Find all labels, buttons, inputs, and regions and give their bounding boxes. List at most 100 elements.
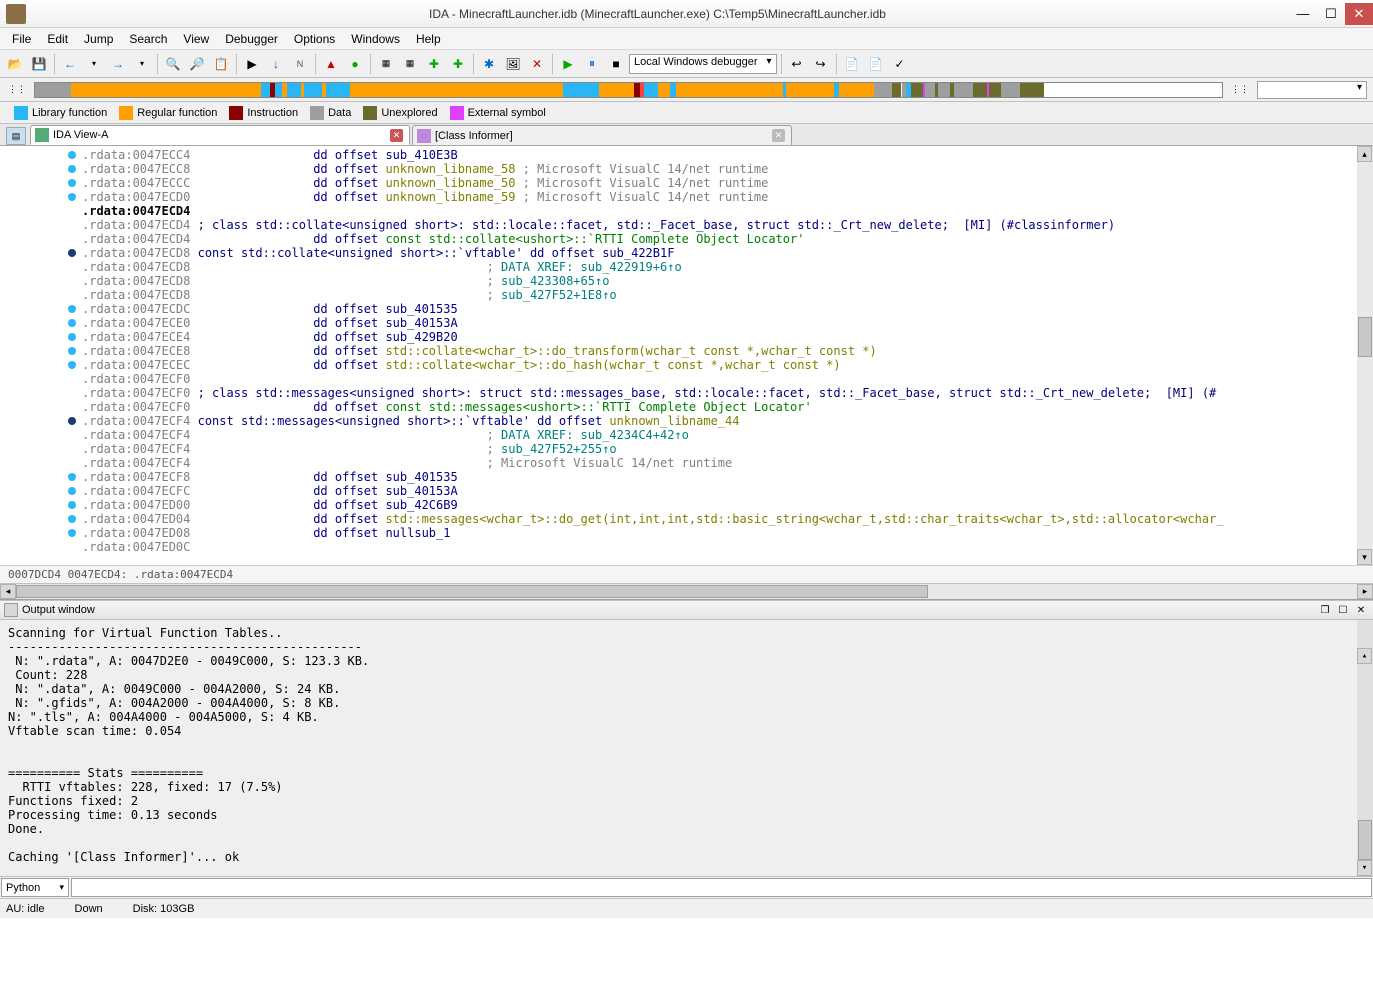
play-icon[interactable]: ▶ (557, 53, 579, 75)
code-line[interactable]: .rdata:0047ECD4 dd offset const std::col… (0, 232, 1373, 246)
menu-search[interactable]: Search (121, 30, 175, 48)
run-icon[interactable]: ▶ (241, 53, 263, 75)
open-icon[interactable]: 📂 (4, 53, 26, 75)
find-icon[interactable]: 🔍 (162, 53, 184, 75)
tab-close-icon[interactable]: ✕ (390, 129, 403, 142)
language-select[interactable]: Python (1, 878, 69, 897)
code-line[interactable]: .rdata:0047ECDC dd offset sub_401535 (0, 302, 1373, 316)
down-icon[interactable]: ↓ (265, 53, 287, 75)
add-icon[interactable]: ✚ (423, 53, 445, 75)
forward-dd-icon[interactable]: ▾ (131, 53, 153, 75)
code-line[interactable]: .rdata:0047ECC8 dd offset unknown_libnam… (0, 162, 1373, 176)
maximize-button[interactable]: ☐ (1317, 3, 1345, 25)
tab-idaviewa[interactable]: IDA View-A✕ (30, 125, 410, 145)
code-line[interactable]: .rdata:0047ECF4 ; DATA XREF: sub_4234C4+… (0, 428, 1373, 442)
menu-view[interactable]: View (175, 30, 217, 48)
code-line[interactable]: .rdata:0047ECF8 dd offset sub_401535 (0, 470, 1373, 484)
nav-handle-icon[interactable]: ⋮⋮ (6, 79, 28, 101)
code-line[interactable]: .rdata:0047ECE4 dd offset sub_429B20 (0, 330, 1373, 344)
bp3-icon[interactable]: ✓ (889, 53, 911, 75)
find-next-icon[interactable]: 🔎 (186, 53, 208, 75)
code-line[interactable]: .rdata:0047ED00 dd offset sub_42C6B9 (0, 498, 1373, 512)
find-text-icon[interactable]: 📋 (210, 53, 232, 75)
code-line[interactable]: .rdata:0047ECCC dd offset unknown_libnam… (0, 176, 1373, 190)
forward-icon[interactable]: → (107, 53, 129, 75)
bp-icon[interactable]: 📄 (841, 53, 863, 75)
legend-chip (450, 106, 464, 120)
pause-icon[interactable]: ⏸ (581, 53, 603, 75)
minimize-button[interactable]: — (1289, 3, 1317, 25)
code-line[interactable]: .rdata:0047ECD8 ; sub_423308+65↑o (0, 274, 1373, 288)
navigation-bar[interactable] (34, 82, 1223, 98)
legend-label: Instruction (247, 107, 298, 119)
output-close-icon[interactable]: ✕ (1353, 603, 1369, 617)
code-line[interactable]: .rdata:0047ECC4 dd offset sub_410E3B (0, 148, 1373, 162)
code-line[interactable]: .rdata:0047ECF4 ; Microsoft VisualC 14/n… (0, 456, 1373, 470)
menu-edit[interactable]: Edit (39, 30, 76, 48)
legend-label: Library function (32, 107, 107, 119)
debugger-select[interactable]: Local Windows debugger (629, 54, 777, 74)
tab-classinformer[interactable]: [Class Informer]✕ (412, 125, 792, 145)
code-line[interactable]: .rdata:0047ECD8 const std::collate<unsig… (0, 246, 1373, 260)
output-max-icon[interactable]: ☐ (1335, 603, 1351, 617)
code-line[interactable]: .rdata:0047ED08 dd offset nullsub_1 (0, 526, 1373, 540)
struct-icon[interactable]: ▦ (375, 53, 397, 75)
code-line[interactable]: .rdata:0047ECD8 ; DATA XREF: sub_422919+… (0, 260, 1373, 274)
disassembly-view[interactable]: .rdata:0047ECC4 dd offset sub_410E3B.rda… (0, 146, 1373, 565)
close-button[interactable]: ✕ (1345, 3, 1373, 25)
out-vscrollbar[interactable]: ▴ ▾ (1357, 620, 1373, 876)
code-line[interactable]: .rdata:0047ECE8 dd offset std::collate<w… (0, 344, 1373, 358)
code-line[interactable]: .rdata:0047ECFC dd offset sub_40153A (0, 484, 1373, 498)
code-line[interactable]: .rdata:0047ECF4 const std::messages<unsi… (0, 414, 1373, 428)
command-input[interactable] (71, 878, 1372, 897)
add2-icon[interactable]: ✚ (447, 53, 469, 75)
step2-icon[interactable]: ↪ (810, 53, 832, 75)
scroll-down-icon[interactable]: ▾ (1357, 549, 1372, 565)
code-line[interactable]: .rdata:0047ECEC dd offset std::collate<w… (0, 358, 1373, 372)
code-line[interactable]: .rdata:0047ED0C (0, 540, 1373, 554)
code-line[interactable]: .rdata:0047ECD8 ; sub_427F52+1E8↑o (0, 288, 1373, 302)
hscrollbar[interactable]: ◂ ▸ (0, 583, 1373, 599)
scroll-right-icon[interactable]: ▸ (1357, 584, 1373, 599)
menu-debugger[interactable]: Debugger (217, 30, 286, 48)
code-line[interactable]: .rdata:0047ECD4 (0, 204, 1373, 218)
pic-icon[interactable]: 🖼 (502, 53, 524, 75)
code-line[interactable]: .rdata:0047ECE0 dd offset sub_40153A (0, 316, 1373, 330)
menu-file[interactable]: File (4, 30, 39, 48)
output-restore-icon[interactable]: ❐ (1317, 603, 1333, 617)
back-dd-icon[interactable]: ▾ (83, 53, 105, 75)
code-line[interactable]: .rdata:0047ECD4 ; class std::collate<uns… (0, 218, 1373, 232)
stop-red-icon[interactable]: ▲ (320, 53, 342, 75)
menu-jump[interactable]: Jump (76, 30, 121, 48)
code-line[interactable]: .rdata:0047ECF0 ; class std::messages<un… (0, 386, 1373, 400)
code-line[interactable]: .rdata:0047ECF0 dd offset const std::mes… (0, 400, 1373, 414)
delete-icon[interactable]: ✕ (526, 53, 548, 75)
star-icon[interactable]: ✱ (478, 53, 500, 75)
tab-close-icon[interactable]: ✕ (772, 129, 785, 142)
hscroll-thumb[interactable] (16, 585, 928, 598)
vscrollbar[interactable]: ▴ ▾ (1357, 146, 1373, 565)
out-vscroll-thumb[interactable] (1358, 820, 1372, 860)
menu-windows[interactable]: Windows (343, 30, 408, 48)
menu-options[interactable]: Options (286, 30, 343, 48)
enum-icon[interactable]: ▦ (399, 53, 421, 75)
out-scroll-down-icon[interactable]: ▾ (1357, 860, 1372, 876)
output-text[interactable]: Scanning for Virtual Function Tables.. -… (0, 620, 1373, 876)
hex-icon[interactable]: N (289, 53, 311, 75)
bp2-icon[interactable]: 📄 (865, 53, 887, 75)
code-line[interactable]: .rdata:0047ECF4 ; sub_427F52+255↑o (0, 442, 1373, 456)
back-icon[interactable]: ← (59, 53, 81, 75)
scroll-left-icon[interactable]: ◂ (0, 584, 16, 599)
nav-zoom-select[interactable] (1257, 81, 1367, 99)
scroll-up-icon[interactable]: ▴ (1357, 146, 1372, 162)
save-icon[interactable]: 💾 (28, 53, 50, 75)
menu-help[interactable]: Help (408, 30, 449, 48)
code-line[interactable]: .rdata:0047ECF0 (0, 372, 1373, 386)
go-green-icon[interactable]: ● (344, 53, 366, 75)
step-icon[interactable]: ↩ (786, 53, 808, 75)
vscroll-thumb[interactable] (1358, 317, 1372, 357)
code-line[interactable]: .rdata:0047ED04 dd offset std::messages<… (0, 512, 1373, 526)
code-line[interactable]: .rdata:0047ECD0 dd offset unknown_libnam… (0, 190, 1373, 204)
stop-icon[interactable]: ■ (605, 53, 627, 75)
side-toggle-icon[interactable]: ▤ (6, 127, 26, 145)
